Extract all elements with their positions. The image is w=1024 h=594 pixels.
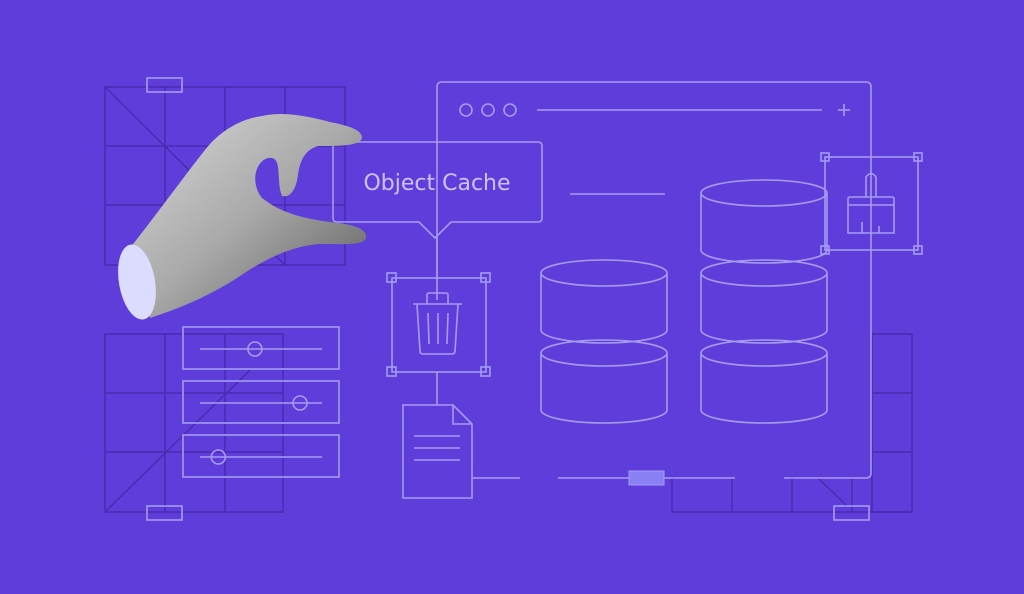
plus-icon bbox=[838, 104, 850, 116]
trash-icon bbox=[413, 292, 462, 355]
object-cache-illustration: Object Cache bbox=[0, 0, 1024, 594]
document-icon bbox=[402, 404, 473, 499]
slider-panel bbox=[182, 326, 340, 478]
database-stack-right bbox=[700, 179, 828, 424]
connector-node bbox=[628, 470, 665, 486]
window-control-icon bbox=[459, 103, 473, 117]
object-cache-title: Object Cache bbox=[363, 171, 510, 196]
connector-bottom bbox=[472, 470, 735, 486]
illustration-canvas: Object Cache bbox=[104, 77, 923, 521]
slider[interactable] bbox=[182, 380, 340, 424]
window-control-icon bbox=[481, 103, 495, 117]
window-control-icon bbox=[503, 103, 517, 117]
trash-selection bbox=[386, 238, 491, 405]
database-stack-left bbox=[540, 259, 668, 424]
background-grid-right bbox=[671, 333, 913, 513]
slider[interactable] bbox=[182, 434, 340, 478]
